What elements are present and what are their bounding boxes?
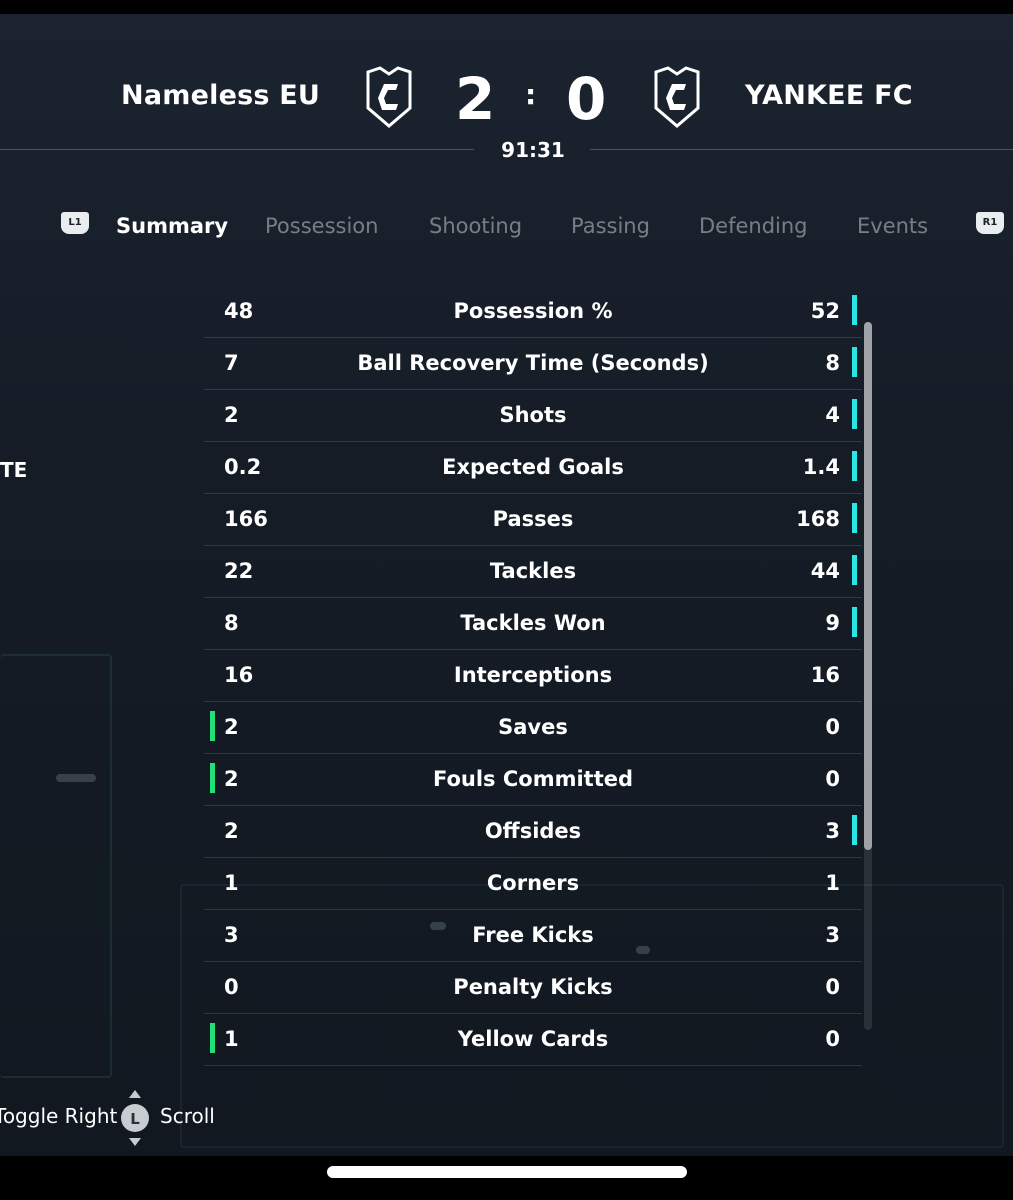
stats-tab-bar: L1 Summary Possession Shooting Passing D… [0, 204, 1013, 254]
stat-row: 1 Yellow Cards 0 [204, 1014, 862, 1066]
stat-row: 22 Tackles 44 [204, 546, 862, 598]
stat-label: Interceptions [453, 663, 613, 687]
home-indicator[interactable] [327, 1166, 687, 1178]
button-hints: Toggle Right L Scroll [0, 1084, 1013, 1146]
away-stat-value: 16 [810, 663, 840, 687]
stats-scrollbar[interactable] [864, 322, 872, 1030]
stat-row: 166 Passes 168 [204, 494, 862, 546]
l1-shoulder-icon[interactable]: L1 [61, 212, 89, 234]
away-leader-bar [852, 451, 857, 481]
away-stat-value: 52 [810, 299, 840, 323]
away-stat-value: 8 [825, 351, 840, 375]
stats-table[interactable]: 48 Possession % 52 7 Ball Recovery Time (Sec… [204, 286, 862, 1066]
away-stat-value: 44 [810, 559, 840, 583]
away-stat-value: 168 [796, 507, 840, 531]
away-stat-value: 3 [825, 819, 840, 843]
left-stick-icon: L [121, 1090, 149, 1146]
away-stat-value: 0 [825, 767, 840, 791]
away-leader-bar [852, 347, 857, 377]
away-team-name: YANKEE FC [745, 80, 913, 111]
away-leader-bar [852, 399, 857, 429]
club-crest-icon [366, 66, 412, 128]
stat-label: Free Kicks [472, 923, 594, 947]
stat-label: Expected Goals [442, 455, 624, 479]
away-leader-bar [852, 815, 857, 845]
stat-label: Penalty Kicks [453, 975, 613, 999]
tab-summary[interactable]: Summary [116, 214, 228, 238]
stat-row: 3 Free Kicks 3 [204, 910, 862, 962]
away-stat-value: 4 [825, 403, 840, 427]
stat-row: 2 Shots 4 [204, 390, 862, 442]
tab-defending[interactable]: Defending [699, 214, 808, 238]
stat-label: Fouls Committed [432, 767, 634, 791]
stat-label: Tackles Won [460, 611, 606, 635]
away-stat-value: 0 [825, 975, 840, 999]
stat-label: Ball Recovery Time (Seconds) [357, 351, 709, 375]
score-separator: : [525, 78, 537, 111]
away-leader-bar [852, 607, 857, 637]
away-stat-value: 0 [825, 715, 840, 739]
stat-label: Corners [486, 871, 580, 895]
stat-label: Shots [499, 403, 567, 427]
club-crest-icon [654, 66, 700, 128]
tab-possession[interactable]: Possession [265, 214, 378, 238]
header-divider [0, 149, 474, 150]
away-leader-bar [852, 295, 857, 325]
home-team-name: Nameless EU [121, 80, 320, 111]
away-stat-value: 3 [825, 923, 840, 947]
stat-row: 48 Possession % 52 [204, 286, 862, 338]
stat-row: 16 Interceptions 16 [204, 650, 862, 702]
away-leader-bar [852, 503, 857, 533]
tab-shooting[interactable]: Shooting [429, 214, 522, 238]
away-score: 0 [566, 65, 607, 133]
stat-label: Offsides [484, 819, 582, 843]
stat-row: 2 Saves 0 [204, 702, 862, 754]
away-stat-value: 1.4 [802, 455, 840, 479]
tab-events[interactable]: Events [857, 214, 928, 238]
stat-label: Possession % [453, 299, 613, 323]
away-leader-bar [852, 555, 857, 585]
stat-row: 8 Tackles Won 9 [204, 598, 862, 650]
stat-label: Tackles [489, 559, 577, 583]
header-divider [590, 149, 1013, 150]
score-header: Nameless EU 2 : 0 YANKEE FC 91:31 [0, 14, 1013, 174]
scroll-hint: Scroll [160, 1104, 215, 1128]
stat-label: Yellow Cards [457, 1027, 609, 1051]
tab-passing[interactable]: Passing [571, 214, 650, 238]
toggle-right-hint: Toggle Right [0, 1104, 118, 1128]
stat-row: 7 Ball Recovery Time (Seconds) 8 [204, 338, 862, 390]
background-light [56, 774, 96, 782]
stat-row: 1 Corners 1 [204, 858, 862, 910]
match-facts-screen: Nameless EU 2 : 0 YANKEE FC 91:31 L1 Sum… [0, 14, 1013, 1156]
away-stat-value: 9 [825, 611, 840, 635]
stat-label: Passes [492, 507, 574, 531]
stat-row: 0 Penalty Kicks 0 [204, 962, 862, 1014]
r1-shoulder-icon[interactable]: R1 [976, 212, 1004, 234]
left-stick-label: L [130, 1110, 140, 1128]
background-goal-frame [0, 654, 112, 1078]
stat-row: 2 Fouls Committed 0 [204, 754, 862, 806]
away-stat-value: 0 [825, 1027, 840, 1051]
stat-label: Saves [498, 715, 568, 739]
match-clock: 91:31 [501, 138, 565, 162]
stat-row: 2 Offsides 3 [204, 806, 862, 858]
side-panel-peek: TE [0, 458, 28, 482]
stat-row: 0.2 Expected Goals 1.4 [204, 442, 862, 494]
away-stat-value: 1 [825, 871, 840, 895]
scrollbar-thumb[interactable] [864, 322, 872, 850]
home-score: 2 [455, 65, 496, 133]
